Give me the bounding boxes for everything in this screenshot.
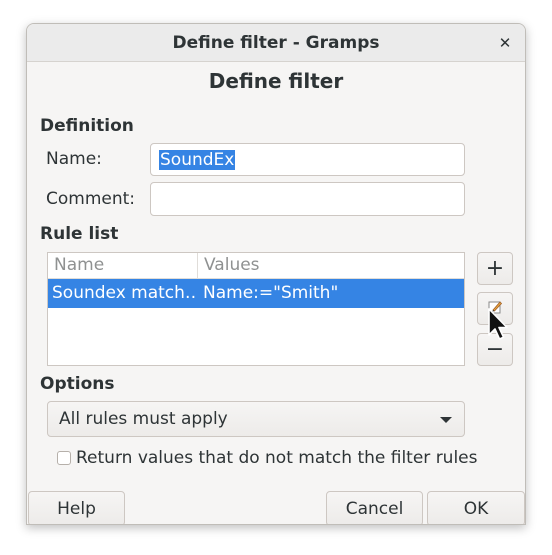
rule-values-cell: Name:="Smith" <box>203 283 339 303</box>
invert-option[interactable]: Return values that do not match the filt… <box>57 447 478 469</box>
window-title: Define filter - Gramps <box>172 32 380 53</box>
invert-checkbox[interactable] <box>57 451 71 465</box>
name-field[interactable]: SoundEx <box>150 143 465 176</box>
help-button[interactable]: Help <box>28 491 125 524</box>
close-button[interactable]: ✕ <box>494 32 516 54</box>
close-icon: ✕ <box>498 34 512 52</box>
name-label: Name: <box>46 149 102 169</box>
rule-logic-combo[interactable]: All rules must apply <box>47 401 465 437</box>
comment-field[interactable] <box>150 182 465 216</box>
column-header-values[interactable]: Values <box>198 253 464 278</box>
add-rule-button[interactable]: + <box>477 252 513 285</box>
name-field-value: SoundEx <box>159 149 236 170</box>
titlebar: Define filter - Gramps ✕ <box>27 24 525 62</box>
combo-value: All rules must apply <box>59 409 228 429</box>
define-filter-dialog: Define filter - Gramps ✕ Define filter D… <box>26 23 526 525</box>
table-row[interactable]: Soundex match… Name:="Smith" <box>48 279 464 308</box>
column-header-name[interactable]: Name <box>48 253 198 278</box>
ok-button[interactable]: OK <box>427 491 525 524</box>
rule-list-header: Name Values <box>48 253 464 279</box>
comment-label: Comment: <box>46 189 136 209</box>
add-icon: + <box>485 256 505 281</box>
invert-label: Return values that do not match the filt… <box>76 448 478 468</box>
dropdown-arrow-icon <box>440 417 452 423</box>
options-section-label: Options <box>40 374 115 394</box>
rule-list-section-label: Rule list <box>40 224 119 244</box>
rule-name-cell: Soundex match… <box>52 283 198 303</box>
definition-section-label: Definition <box>40 116 134 136</box>
dialog-heading: Define filter <box>208 69 344 93</box>
rule-list[interactable]: Name Values Soundex match… Name:="Smith" <box>47 252 465 366</box>
mouse-pointer-icon <box>487 308 511 348</box>
cancel-button[interactable]: Cancel <box>326 491 423 524</box>
